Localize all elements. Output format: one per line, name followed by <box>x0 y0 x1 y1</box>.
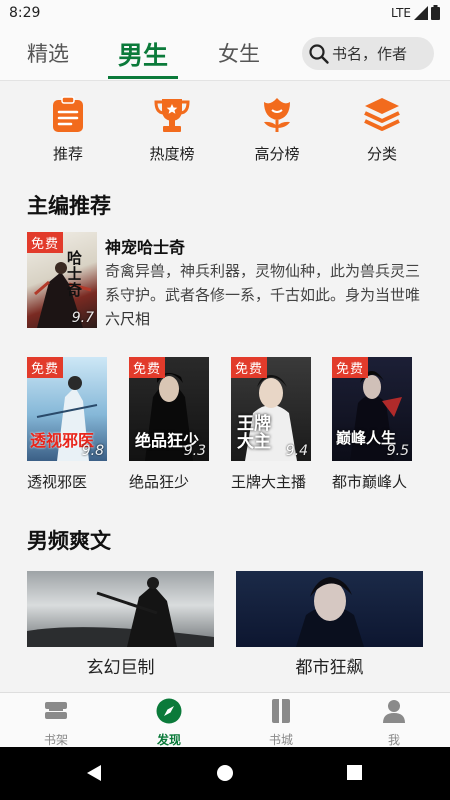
bottom-nav: 书架 发现 书城 我 <box>0 692 450 747</box>
book-cover[interactable]: 透视邪医 免费 9.8 <box>27 357 107 461</box>
category-hot[interactable]: 热度榜 <box>132 96 212 164</box>
network-type: LTE <box>391 5 411 20</box>
book-icon <box>272 699 290 723</box>
status-time: 8:29 <box>9 5 41 21</box>
featured-book-author: 六尺相 <box>105 310 151 328</box>
free-tag: 免费 <box>129 357 166 378</box>
banner-fantasy[interactable] <box>27 571 214 647</box>
book-title[interactable]: 王牌大主播 <box>231 471 326 492</box>
cover-title: 哈士奇 <box>67 249 83 299</box>
nav-label: 我 <box>387 733 400 747</box>
active-tab-indicator <box>108 76 178 79</box>
category-classify[interactable]: 分类 <box>342 96 422 164</box>
book-title[interactable]: 透视邪医 <box>27 471 122 492</box>
tab-featured[interactable]: 精选 <box>27 38 69 68</box>
section-title-male-hits: 男频爽文 <box>27 529 111 553</box>
layers-icon <box>364 98 400 131</box>
category-label: 热度榜 <box>149 145 195 163</box>
nav-bookstore[interactable]: 书城 <box>251 697 311 748</box>
trophy-icon <box>154 99 190 132</box>
battery-icon <box>431 5 440 20</box>
recents-icon[interactable] <box>346 764 363 781</box>
nav-label: 书架 <box>43 733 68 747</box>
featured-book-description: 奇禽异兽，神兵利器，灵物仙种，此为兽兵灵三系守护。武者各修一系，千古如此。身为当… <box>105 262 421 304</box>
status-bar: 8:29 LTE <box>0 0 450 28</box>
system-nav-bar <box>0 747 450 800</box>
nav-label: 书城 <box>268 733 293 747</box>
section-title-editor-pick: 主编推荐 <box>27 194 111 218</box>
clipboard-icon <box>53 96 83 132</box>
banner-art <box>27 577 214 647</box>
back-icon[interactable] <box>85 764 103 782</box>
nav-label: 发现 <box>156 733 181 747</box>
book-cover[interactable]: 绝品狂少 免费 9.3 <box>129 357 209 461</box>
free-tag: 免费 <box>27 357 64 378</box>
category-recommend[interactable]: 推荐 <box>28 96 108 164</box>
bookshelf-icon <box>45 702 67 719</box>
category-top-rated[interactable]: 高分榜 <box>237 96 317 164</box>
cover-title: 王牌大主 <box>237 414 271 452</box>
search-box[interactable] <box>302 37 434 70</box>
book-title[interactable]: 绝品狂少 <box>129 471 224 492</box>
category-row: 推荐 热度榜 高分榜 分类 <box>0 96 450 163</box>
featured-book[interactable]: 哈士奇 免费 9.7 神宠哈士奇 奇禽异兽，神兵利器，灵物仙种，此为兽兵灵三系守… <box>27 232 432 332</box>
search-input[interactable] <box>332 44 432 63</box>
banner-label[interactable]: 都市狂飙 <box>236 653 423 678</box>
free-tag: 免费 <box>332 357 369 378</box>
top-tab-bar: 精选 男生 女生 <box>0 28 450 81</box>
book-score: 9.7 <box>71 310 94 326</box>
book-cover[interactable]: 王牌大主 免费 9.4 <box>231 357 311 461</box>
book-score: 9.4 <box>285 443 308 459</box>
category-label: 推荐 <box>52 145 83 163</box>
category-label: 高分榜 <box>254 145 300 163</box>
status-icons: LTE <box>391 5 440 20</box>
compass-icon <box>156 698 182 724</box>
tab-female[interactable]: 女生 <box>218 38 260 68</box>
home-icon[interactable] <box>216 764 234 782</box>
signal-icon <box>414 5 428 20</box>
featured-book-title: 神宠哈士奇 <box>105 238 186 257</box>
nav-discover[interactable]: 发现 <box>139 697 199 748</box>
nav-bookshelf[interactable]: 书架 <box>26 697 86 748</box>
book-score: 9.5 <box>386 443 409 459</box>
free-tag: 免费 <box>27 232 64 253</box>
banner-label[interactable]: 玄幻巨制 <box>27 653 214 678</box>
flower-icon <box>264 98 290 132</box>
free-tag: 免费 <box>231 357 268 378</box>
book-score: 9.3 <box>183 443 206 459</box>
nav-me[interactable]: 我 <box>364 697 424 748</box>
book-cover[interactable]: 巅峰人生 免费 9.5 <box>332 357 412 461</box>
category-label: 分类 <box>366 145 397 163</box>
person-icon <box>383 700 405 723</box>
book-cover: 哈士奇 免费 9.7 <box>27 232 97 328</box>
search-icon <box>309 43 329 64</box>
book-score: 9.8 <box>81 443 104 459</box>
book-title[interactable]: 都市巅峰人 <box>332 471 427 492</box>
banner-urban[interactable] <box>236 571 423 647</box>
banner-art <box>296 577 364 647</box>
tab-male[interactable]: 男生 <box>118 36 168 72</box>
